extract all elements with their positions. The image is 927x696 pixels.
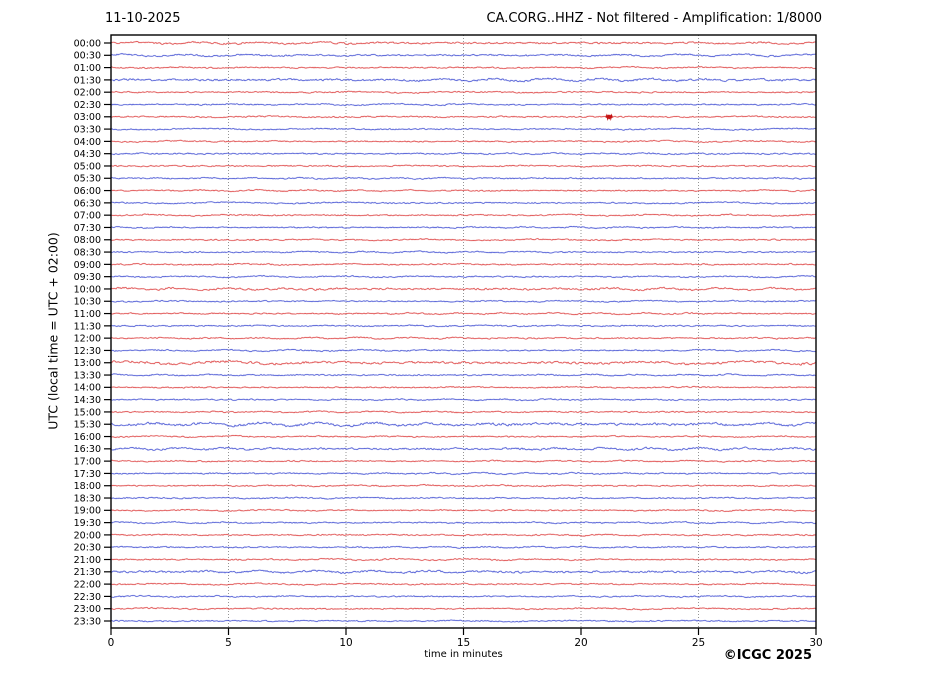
row-label-11:30: 11:30 — [74, 321, 101, 332]
seismogram-page: 11-10-2025 CA.CORG..HHZ - Not filtered -… — [0, 0, 927, 696]
row-label-09:00: 09:00 — [74, 260, 101, 271]
row-label-22:00: 22:00 — [74, 580, 101, 591]
row-label-23:30: 23:30 — [74, 616, 101, 627]
row-label-02:00: 02:00 — [74, 88, 101, 99]
row-label-23:00: 23:00 — [74, 604, 101, 615]
row-label-16:30: 16:30 — [74, 444, 101, 455]
row-label-04:30: 04:30 — [74, 149, 101, 160]
trace-16:30 — [111, 447, 816, 451]
row-label-02:30: 02:30 — [74, 100, 101, 111]
row-label-21:30: 21:30 — [74, 567, 101, 578]
x-axis-label: time in minutes — [111, 649, 816, 660]
row-label-13:00: 13:00 — [74, 358, 101, 369]
row-label-15:00: 15:00 — [74, 407, 101, 418]
row-label-11:00: 11:00 — [74, 309, 101, 320]
x-tick-label-20: 20 — [574, 637, 587, 649]
row-label-19:30: 19:30 — [74, 518, 101, 529]
row-label-04:00: 04:00 — [74, 137, 101, 148]
row-label-08:00: 08:00 — [74, 235, 101, 246]
row-label-14:30: 14:30 — [74, 395, 101, 406]
row-label-13:30: 13:30 — [74, 370, 101, 381]
row-label-10:00: 10:00 — [74, 284, 101, 295]
row-label-21:00: 21:00 — [74, 555, 101, 566]
row-label-17:00: 17:00 — [74, 457, 101, 468]
row-label-16:00: 16:00 — [74, 432, 101, 443]
row-label-18:30: 18:30 — [74, 493, 101, 504]
row-label-08:30: 08:30 — [74, 247, 101, 258]
row-label-07:30: 07:30 — [74, 223, 101, 234]
row-label-05:00: 05:00 — [74, 161, 101, 172]
row-label-06:00: 06:00 — [74, 186, 101, 197]
row-label-22:30: 22:30 — [74, 592, 101, 603]
row-label-15:30: 15:30 — [74, 420, 101, 431]
row-label-12:00: 12:00 — [74, 334, 101, 345]
row-label-00:30: 00:30 — [74, 51, 101, 62]
row-label-07:00: 07:00 — [74, 211, 101, 222]
row-label-12:30: 12:30 — [74, 346, 101, 357]
event-burst-03:00 — [606, 115, 612, 119]
row-label-20:30: 20:30 — [74, 543, 101, 554]
row-label-20:00: 20:00 — [74, 530, 101, 541]
helicorder-plot: 00:00 00:3001:0001:30 02:0002:3003:0003:30… — [0, 0, 927, 696]
row-label-09:30: 09:30 — [74, 272, 101, 283]
x-tick-label-5: 5 — [225, 637, 232, 649]
row-label-14:00: 14:00 — [74, 383, 101, 394]
copyright-label: ©ICGC 2025 — [724, 648, 812, 663]
row-label-06:30: 06:30 — [74, 198, 101, 209]
x-tick-label-0: 0 — [108, 637, 115, 649]
x-tick-label-10: 10 — [339, 637, 352, 649]
row-label-03:00: 03:00 — [74, 112, 101, 123]
row-label-01:00: 01:00 — [74, 63, 101, 74]
x-tick-label-15: 15 — [457, 637, 470, 649]
row-label-03:30: 03:30 — [74, 124, 101, 135]
row-label-00:00: 00:00 — [74, 38, 101, 49]
row-label-18:00: 18:00 — [74, 481, 101, 492]
row-label-10:30: 10:30 — [74, 297, 101, 308]
row-label-05:30: 05:30 — [74, 174, 101, 185]
row-label-19:00: 19:00 — [74, 506, 101, 517]
x-tick-label-25: 25 — [692, 637, 705, 649]
row-label-17:30: 17:30 — [74, 469, 101, 480]
row-label-01:30: 01:30 — [74, 75, 101, 86]
